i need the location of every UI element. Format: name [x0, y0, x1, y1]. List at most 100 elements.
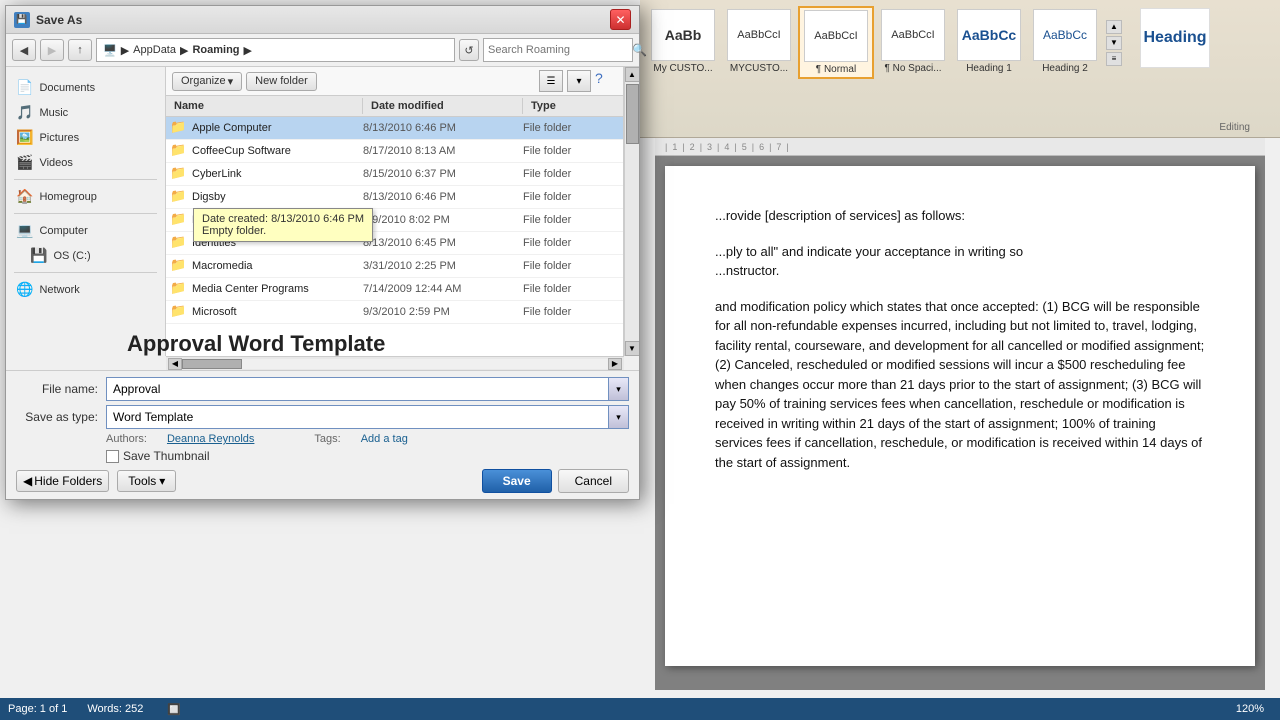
dialog-sidebar: 📄 Documents 🎵 Music 🖼️ Pictures 🎬 Videos… [6, 67, 166, 356]
file-name-microsoft: Microsoft [192, 306, 363, 318]
folder-icon-mediacenter: 📁 [170, 280, 188, 298]
ruler: | 1 | 2 | 3 | 4 | 5 | 6 | 7 | [655, 138, 1265, 156]
thumbnail-label[interactable]: Save Thumbnail [123, 449, 210, 463]
scroll-down-btn[interactable]: ▼ [625, 341, 640, 356]
savetype-row: Save as type: ▾ [16, 405, 629, 429]
sidebar-item-music[interactable]: 🎵 Music [6, 100, 165, 125]
sidebar-divider2 [14, 213, 157, 214]
filename-input-wrap[interactable]: ▾ [106, 377, 629, 401]
scroll-thumb[interactable] [626, 84, 639, 144]
tags-link[interactable]: Add a tag [361, 433, 408, 445]
tools-arrow: ▾ [159, 474, 165, 488]
folder-icon-identities: 📁 [170, 234, 188, 252]
savetype-dropdown-btn[interactable]: ▾ [608, 406, 628, 428]
h-scroll-track [182, 359, 608, 369]
sidebar-item-network[interactable]: 🌐 Network [6, 277, 165, 302]
file-row-macromedia[interactable]: 📁 Macromedia 3/31/2010 2:25 PM File fold… [166, 255, 623, 278]
sidebar-item-osc[interactable]: 💾 OS (C:) [6, 243, 165, 268]
breadcrumb-sep2: ▶ [180, 44, 188, 57]
save-as-dialog: 💾 Save As ✕ ◀ ▶ ↑ 🖥️ ▶ AppData ▶ Roaming… [5, 5, 640, 500]
file-row-digsby[interactable]: 📁 Digsby 8/13/2010 6:46 PM File folder [166, 186, 623, 209]
col-type-header[interactable]: Type [523, 98, 623, 114]
dialog-toolbar: ◀ ▶ ↑ 🖥️ ▶ AppData ▶ Roaming ▶ ↺ 🔍 [6, 34, 639, 67]
hide-folders-button[interactable]: ◀ Hide Folders [16, 470, 109, 492]
tools-button[interactable]: Tools ▾ [117, 470, 176, 492]
file-row-apple[interactable]: 📁 Apple Computer 8/13/2010 6:46 PM File … [166, 117, 623, 140]
up-button[interactable]: ↑ [68, 39, 92, 61]
organize-button[interactable]: Organize ▾ [172, 72, 242, 91]
filename-input[interactable] [107, 382, 608, 396]
page-info: Page: 1 of 1 [8, 703, 67, 715]
style-box-mycusto1[interactable]: AaBb My CUSTO... [646, 6, 720, 79]
col-date-header[interactable]: Date modified [363, 98, 523, 114]
filelist-scrollbar[interactable]: ▲ ▼ [624, 67, 639, 356]
file-date-microsoft: 9/3/2010 2:59 PM [363, 306, 523, 318]
file-date-digsby: 8/13/2010 6:46 PM [363, 191, 523, 203]
forward-button[interactable]: ▶ [40, 39, 64, 61]
organize-label: Organize [181, 75, 226, 87]
author-label: Authors: [106, 433, 147, 445]
search-icon[interactable]: 🔍 [632, 43, 647, 57]
dialog-bottom: File name: ▾ Save as type: ▾ Authors: De… [6, 370, 639, 499]
file-row-cyberlink[interactable]: 📁 CyberLink 8/15/2010 6:37 PM File folde… [166, 163, 623, 186]
new-folder-button[interactable]: New folder [246, 72, 317, 91]
file-date-identities: 8/13/2010 6:45 PM [363, 237, 523, 249]
h-scrollbar[interactable]: ◀ ▶ [166, 356, 624, 370]
style-box-nospaci[interactable]: AaBbCcI ¶ No Spaci... [876, 6, 950, 79]
style-box-heading2[interactable]: AaBbCc Heading 2 [1028, 6, 1102, 79]
style-label-heading2: Heading 2 [1042, 63, 1088, 74]
cancel-button[interactable]: Cancel [558, 469, 629, 493]
author-value[interactable]: Deanna Reynolds [167, 433, 254, 445]
savetype-input[interactable] [107, 410, 608, 424]
search-input[interactable] [488, 44, 630, 56]
folder-icon-macromedia: 📁 [170, 257, 188, 275]
sidebar-item-pictures[interactable]: 🖼️ Pictures [6, 125, 165, 150]
style-box-mycusto2[interactable]: AaBbCcI MYCUSTO... [722, 6, 796, 79]
style-box-heading1[interactable]: AaBbCc Heading 1 [952, 6, 1026, 79]
editing-section-label: Editing [1219, 122, 1250, 133]
scroll-up-btn[interactable]: ▲ [625, 67, 640, 82]
folder-icon-cyberlink: 📁 [170, 165, 188, 183]
homegroup-icon: 🏠 [16, 188, 33, 205]
sidebar-item-documents[interactable]: 📄 Documents [6, 75, 165, 100]
file-row-coffeecup[interactable]: 📁 CoffeeCup Software 8/17/2010 8:13 AM F… [166, 140, 623, 163]
file-type-digsby: File folder [523, 191, 623, 203]
view-dropdown[interactable]: ▾ [567, 70, 591, 92]
view-button[interactable]: ☰ [539, 70, 563, 92]
recent-button[interactable]: ↺ [459, 39, 479, 61]
file-row-microsoft[interactable]: 📁 Microsoft 9/3/2010 2:59 PM File folder [166, 301, 623, 324]
style-box-normal[interactable]: AaBbCcI ¶ Normal [798, 6, 874, 79]
style-label-nospaci: ¶ No Spaci... [884, 63, 941, 74]
new-folder-label: New folder [255, 75, 308, 87]
sidebar-item-computer[interactable]: 💻 Computer [6, 218, 165, 243]
style-preview-text2: AaBbCcI [737, 29, 780, 41]
tooltip-line2: Empty folder. [202, 225, 364, 237]
file-row-mediacenter[interactable]: 📁 Media Center Programs 7/14/2009 12:44 … [166, 278, 623, 301]
h-scroll-thumb[interactable] [182, 359, 242, 369]
file-date-macromedia: 3/31/2010 2:25 PM [363, 260, 523, 272]
thumbnail-checkbox[interactable] [106, 450, 119, 463]
styles-scroll-up[interactable]: ▲ [1106, 20, 1122, 34]
help-button[interactable]: ? [595, 70, 617, 92]
network-icon: 🌐 [16, 281, 33, 298]
sidebar-item-videos[interactable]: 🎬 Videos [6, 150, 165, 175]
thumbnail-row: Save Thumbnail [106, 449, 629, 463]
save-button[interactable]: Save [482, 469, 552, 493]
sidebar-item-homegroup[interactable]: 🏠 Homegroup [6, 184, 165, 209]
heading-box: Heading [1136, 6, 1214, 70]
document-area: ...rovide [description of services] as f… [655, 156, 1265, 690]
breadcrumb-bar[interactable]: 🖥️ ▶ AppData ▶ Roaming ▶ [96, 38, 455, 62]
styles-scroll-down[interactable]: ▼ [1106, 36, 1122, 50]
filename-dropdown-btn[interactable]: ▾ [608, 378, 628, 400]
h-scroll-left[interactable]: ◀ [168, 358, 182, 370]
col-name-header[interactable]: Name [166, 98, 363, 114]
music-icon: 🎵 [16, 104, 33, 121]
savetype-label: Save as type: [16, 410, 106, 424]
file-name-cyberlink: CyberLink [192, 168, 363, 180]
dialog-close-button[interactable]: ✕ [610, 9, 631, 30]
back-button[interactable]: ◀ [12, 39, 36, 61]
filename-row: File name: ▾ [16, 377, 629, 401]
styles-more[interactable]: ≡ [1106, 52, 1122, 66]
h-scroll-right[interactable]: ▶ [608, 358, 622, 370]
savetype-input-wrap[interactable]: ▾ [106, 405, 629, 429]
